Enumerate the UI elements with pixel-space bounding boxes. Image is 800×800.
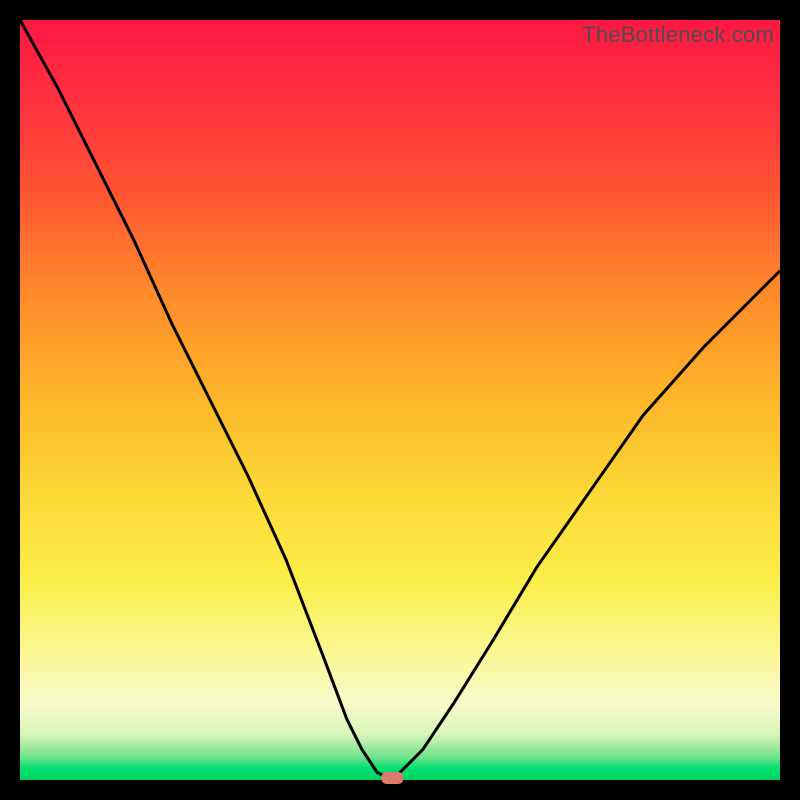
optimal-point-marker: [381, 772, 403, 784]
bottleneck-curve-svg: [20, 20, 780, 780]
bottleneck-curve-path: [20, 20, 780, 780]
plot-area: TheBottleneck.com: [20, 20, 780, 780]
chart-container: TheBottleneck.com: [0, 0, 800, 800]
